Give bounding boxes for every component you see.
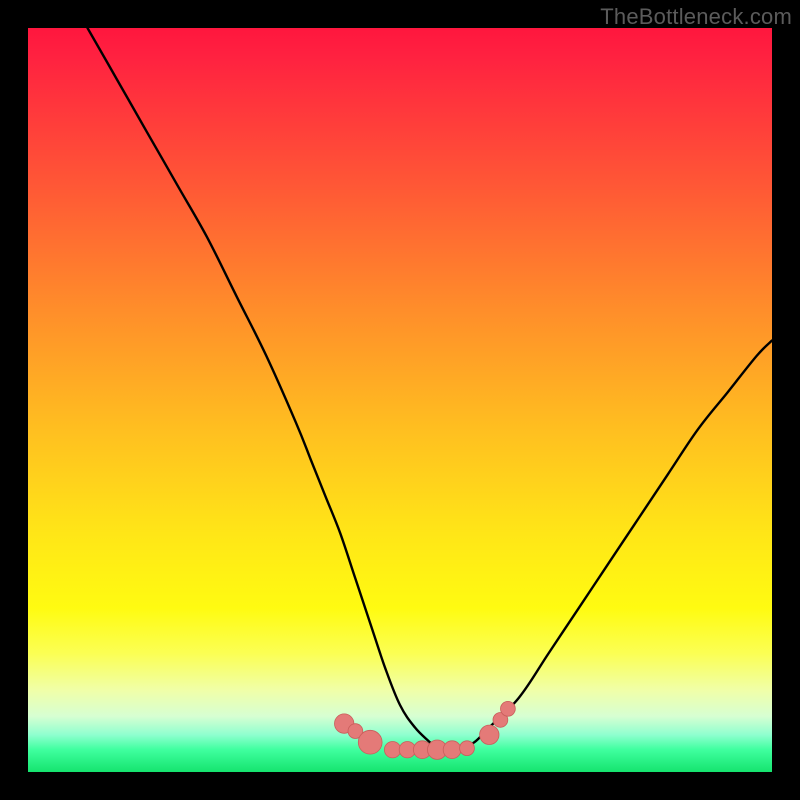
curve-svg (28, 28, 772, 772)
curve-marker (480, 725, 499, 744)
bottleneck-curve (88, 28, 773, 750)
curve-marker (443, 741, 461, 759)
plot-area (28, 28, 772, 772)
curve-markers (335, 701, 516, 759)
watermark-text: TheBottleneck.com (600, 4, 792, 30)
curve-marker (501, 701, 516, 716)
curve-marker (358, 730, 382, 754)
chart-frame: TheBottleneck.com (0, 0, 800, 800)
curve-marker (460, 741, 475, 756)
curve-marker (384, 742, 400, 758)
